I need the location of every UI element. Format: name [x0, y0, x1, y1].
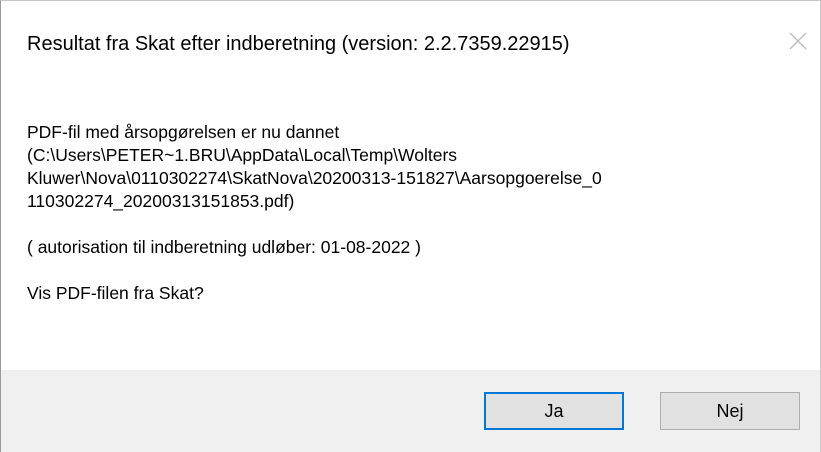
- dialog-title: Resultat fra Skat efter indberetning (ve…: [27, 33, 570, 55]
- title-bar: Resultat fra Skat efter indberetning (ve…: [1, 1, 820, 85]
- message-body: PDF-fil med årsopgørelsen er nu dannet (…: [27, 121, 787, 305]
- close-icon: [789, 32, 807, 50]
- file-path-line: 110302274_20200313151853.pdf): [27, 191, 295, 211]
- question-text: Vis PDF-filen fra Skat?: [27, 283, 204, 303]
- file-path-line: Kluwer\Nova\0110302274\SkatNova\20200313…: [27, 168, 602, 188]
- button-bar: Ja Nej: [1, 370, 820, 452]
- file-path-line: (C:\Users\PETER~1.BRU\AppData\Local\Temp…: [27, 145, 458, 165]
- close-button[interactable]: [776, 19, 820, 63]
- message-line: PDF-fil med årsopgørelsen er nu dannet: [27, 122, 340, 142]
- yes-button[interactable]: Ja: [484, 392, 624, 430]
- message-dialog: Resultat fra Skat efter indberetning (ve…: [0, 0, 821, 452]
- authorization-text: ( autorisation til indberetning udløber:…: [27, 237, 421, 257]
- no-button[interactable]: Nej: [660, 392, 800, 430]
